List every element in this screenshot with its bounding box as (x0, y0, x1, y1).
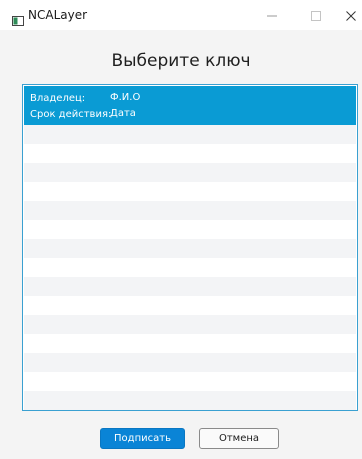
window-title: NCALayer (28, 8, 88, 22)
owner-value: Ф.И.О (110, 92, 141, 103)
key-list[interactable]: Владелец: Ф.И.О Срок действия: Дата (22, 84, 358, 411)
ncalayer-app-icon (12, 11, 24, 26)
key-list-empty-row (24, 334, 356, 353)
maximize-icon (311, 6, 321, 25)
key-list-empty-row (24, 144, 356, 163)
ncalayer-window: NCALayer Выберите ключ Владелец: Ф.И.О С… (0, 0, 362, 459)
key-list-empty-row (24, 372, 356, 391)
maximize-button[interactable] (294, 0, 338, 30)
key-list-empty-row (24, 353, 356, 372)
key-list-empty-row (24, 258, 356, 277)
owner-label: Владелец: (30, 93, 86, 104)
key-list-empty-row (24, 125, 356, 144)
title-bar[interactable]: NCALayer (0, 0, 362, 30)
key-list-empty-row (24, 239, 356, 258)
key-list-empty-row (24, 201, 356, 220)
key-list-empty-row (24, 182, 356, 201)
key-list-empty-row (24, 315, 356, 334)
key-list-item-selected[interactable]: Владелец: Ф.И.О Срок действия: Дата (24, 86, 356, 125)
key-list-empty-row (24, 391, 356, 410)
minimize-icon (267, 6, 277, 25)
validity-value: Дата (110, 108, 136, 119)
key-list-empty-row (24, 277, 356, 296)
cancel-button[interactable]: Отмена (199, 428, 279, 449)
key-list-empty-row (24, 220, 356, 239)
close-button[interactable] (340, 0, 362, 30)
close-icon (346, 6, 356, 25)
sign-button[interactable]: Подписать (100, 428, 185, 449)
key-list-empty-row (24, 296, 356, 315)
minimize-button[interactable] (250, 0, 294, 30)
key-list-empty-row (24, 163, 356, 182)
validity-label: Срок действия: (30, 109, 112, 120)
dialog-heading: Выберите ключ (111, 51, 251, 71)
